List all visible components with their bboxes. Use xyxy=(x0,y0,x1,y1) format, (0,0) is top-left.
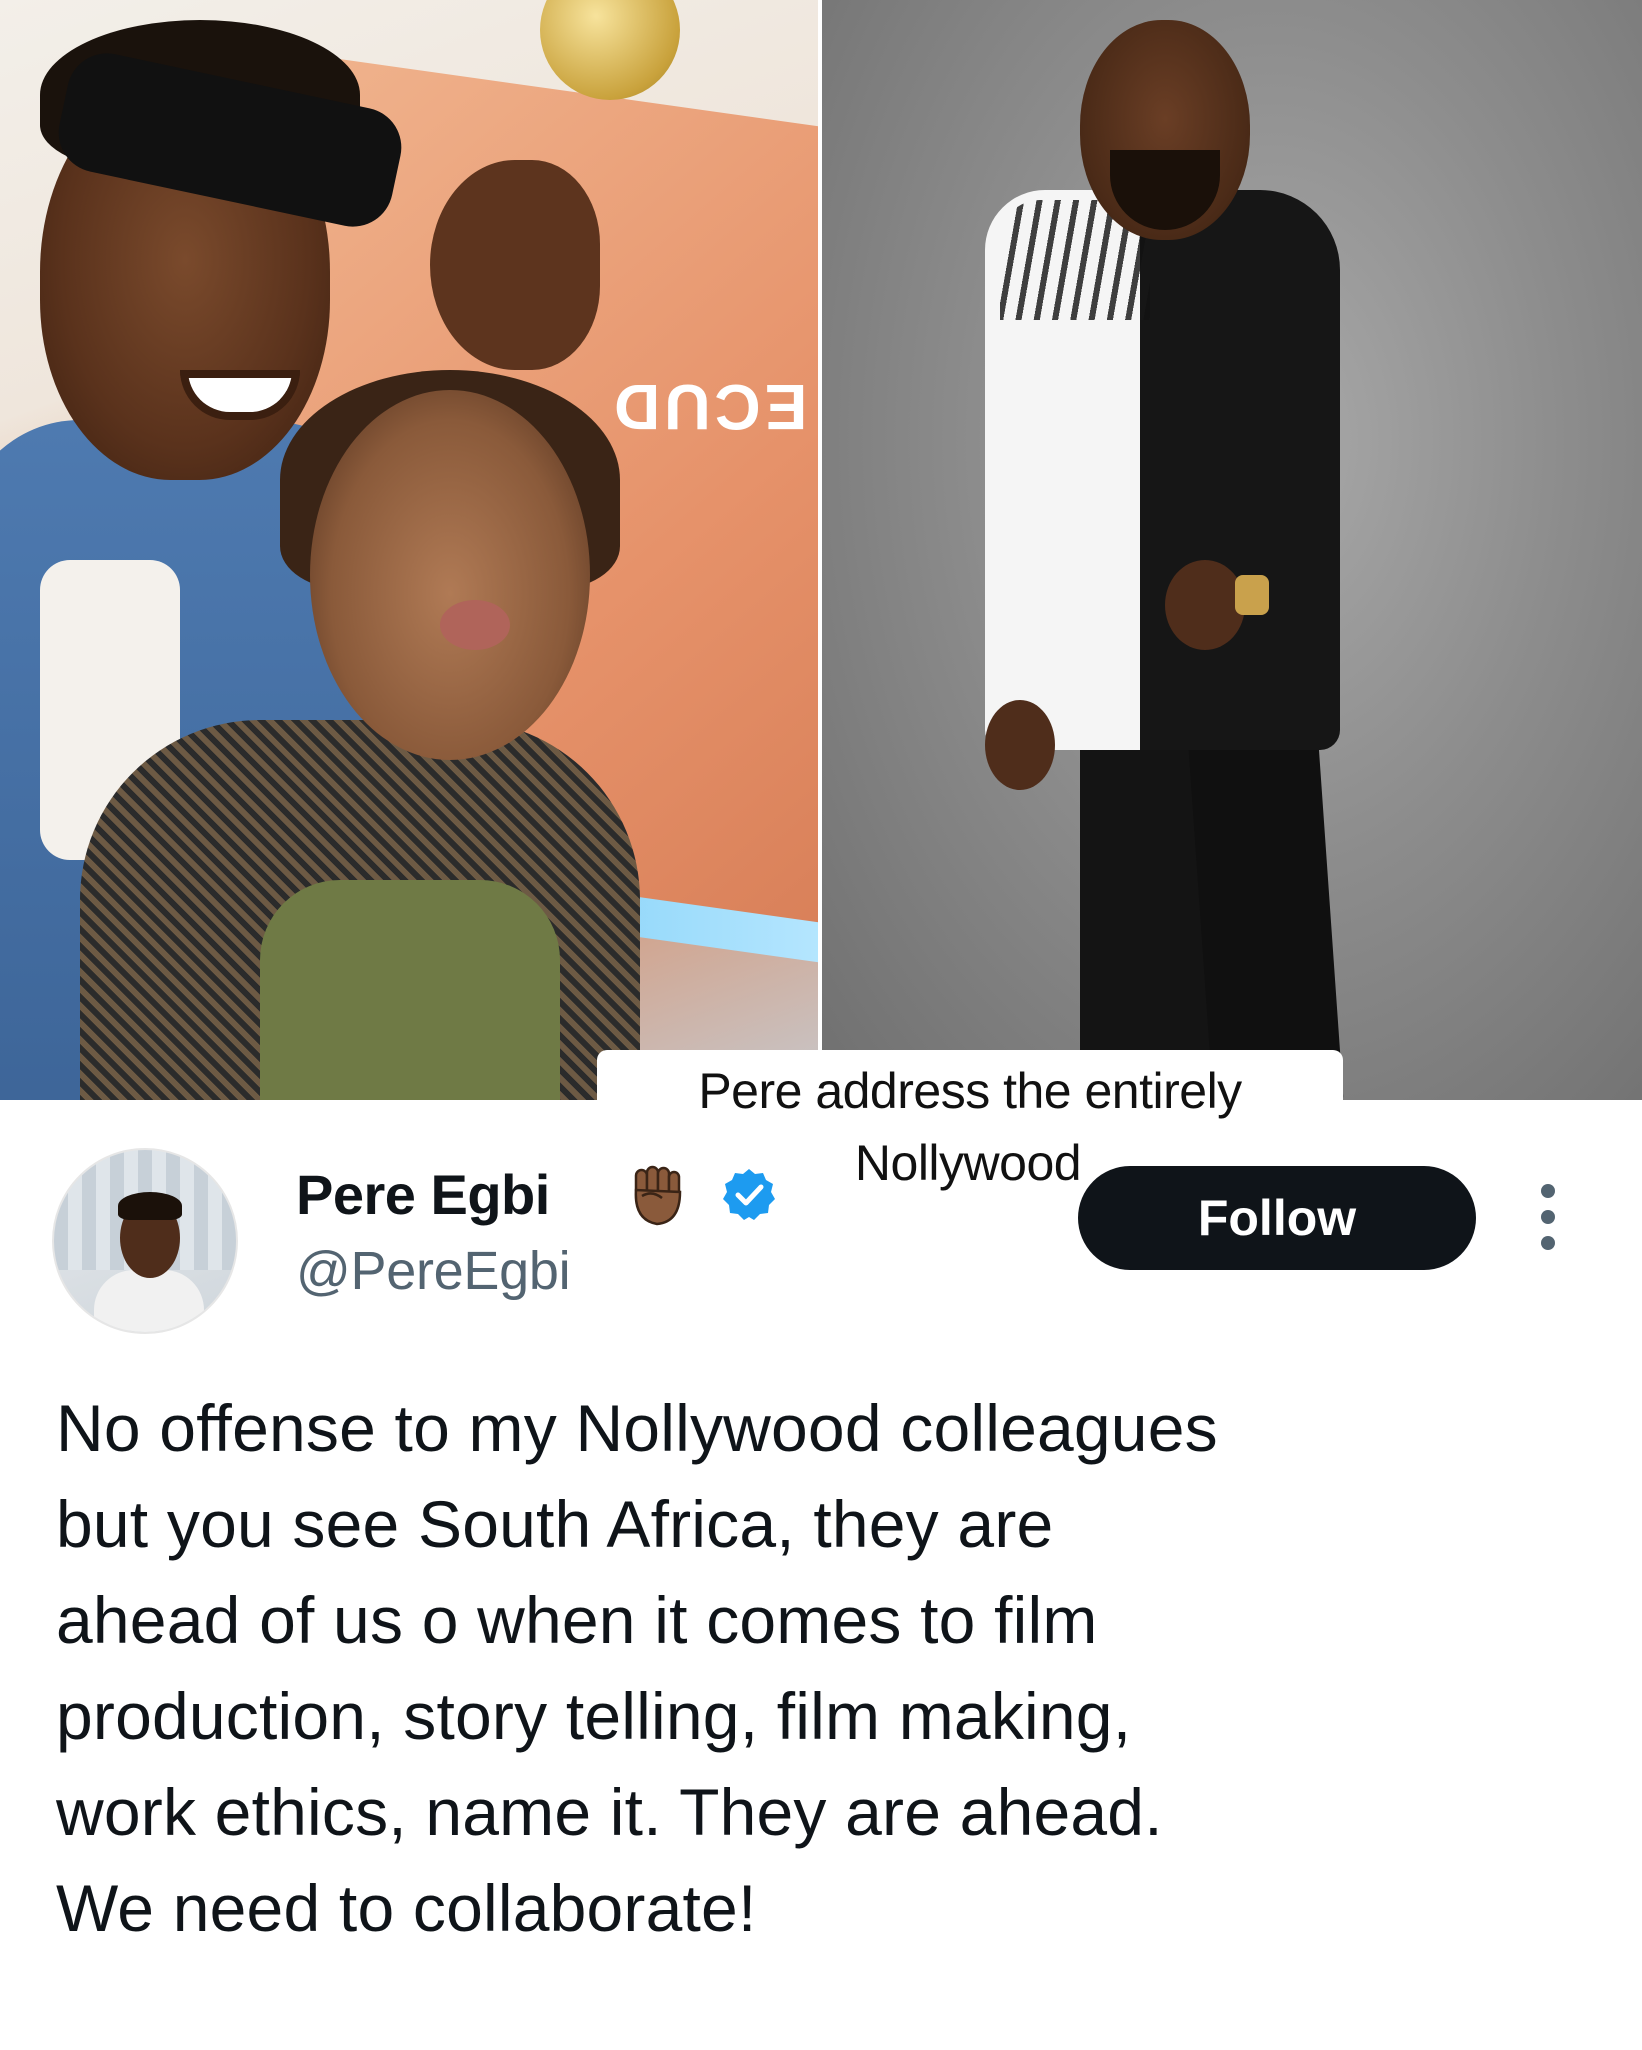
woman-lips xyxy=(440,600,510,650)
tweet-line: but you see South Africa, they are xyxy=(56,1487,1054,1561)
wristwatch xyxy=(1235,575,1269,615)
tweet-line: ahead of us o when it comes to film xyxy=(56,1583,1098,1657)
verified-badge-icon xyxy=(723,1169,775,1220)
gold-ornament xyxy=(540,0,680,100)
tweet-line: No offense to my Nollywood colleagues xyxy=(56,1391,1218,1465)
follow-button[interactable]: Follow xyxy=(1078,1166,1476,1270)
man-hand xyxy=(430,160,600,370)
tweet-text: No offense to my Nollywood colleagues bu… xyxy=(56,1380,1596,1956)
tweet-line: work ethics, name it. They are ahead. xyxy=(56,1775,1163,1849)
photo-divider xyxy=(818,0,822,1100)
jacket-black-half xyxy=(1140,190,1340,750)
tweet-line: We need to collaborate! xyxy=(56,1871,757,1945)
tweet-line: production, story telling, film making, xyxy=(56,1679,1132,1753)
more-options-icon[interactable] xyxy=(1536,1184,1560,1250)
caption-line-1: Pere address the entirely xyxy=(698,1063,1242,1119)
raised-fist-icon xyxy=(634,1165,682,1226)
display-name[interactable]: Pere Egbi xyxy=(296,1162,550,1227)
selfie-photo: ECUD xyxy=(0,0,820,1100)
man-right-hand xyxy=(1165,560,1245,650)
backdrop-lettering: ECUD xyxy=(610,371,808,443)
photo-collage: ECUD xyxy=(0,0,1642,1125)
avatar[interactable] xyxy=(52,1148,238,1334)
man-left-hand xyxy=(985,700,1055,790)
user-handle[interactable]: @PereEgbi xyxy=(296,1240,571,1302)
woman-face xyxy=(310,390,590,760)
woman-green-dress xyxy=(260,880,560,1100)
